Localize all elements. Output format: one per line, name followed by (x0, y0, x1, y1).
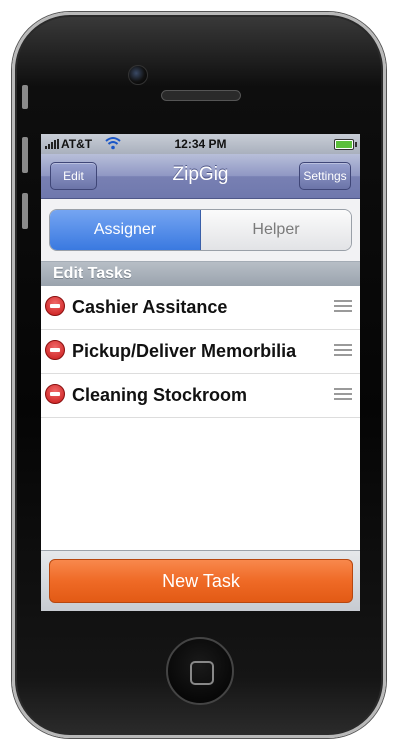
segment-area: Assigner Helper (41, 199, 360, 261)
reorder-handle-icon[interactable] (334, 388, 352, 403)
clock: 12:34 PM (174, 137, 227, 151)
volume-up-button (22, 137, 28, 173)
camera-icon (128, 65, 148, 85)
new-task-button[interactable]: New Task (49, 559, 353, 603)
mute-switch (22, 85, 28, 109)
role-segmented-control: Assigner Helper (49, 209, 352, 251)
status-bar: AT&T 12:34 PM (41, 134, 360, 154)
task-row[interactable]: Pickup/Deliver Memorbilia (41, 330, 360, 374)
task-label: Cashier Assitance (72, 297, 228, 317)
task-label: Cleaning Stockroom (72, 385, 248, 405)
section-header: Edit Tasks (41, 261, 360, 286)
reorder-handle-icon[interactable] (334, 344, 352, 359)
segment-helper[interactable]: Helper (201, 210, 351, 250)
settings-button[interactable]: Settings (299, 162, 351, 190)
task-row[interactable]: Cleaning Stockroom (41, 374, 360, 418)
delete-icon[interactable] (45, 384, 65, 404)
volume-down-button (22, 193, 28, 229)
home-square-icon (190, 661, 214, 685)
home-button[interactable] (166, 637, 234, 705)
speaker-grille (161, 90, 241, 101)
task-label: Pickup/Deliver Memorbilia (72, 341, 297, 361)
delete-icon[interactable] (45, 296, 65, 316)
battery-icon (334, 139, 357, 150)
app-screen: AT&T 12:34 PM Edit ZipGig Settings Assig… (41, 134, 360, 611)
task-row[interactable]: Cashier Assitance (41, 286, 360, 330)
bottom-toolbar: New Task (41, 550, 360, 611)
nav-bar: Edit ZipGig Settings (41, 154, 360, 199)
reorder-handle-icon[interactable] (334, 300, 352, 315)
delete-icon[interactable] (45, 340, 65, 360)
segment-assigner[interactable]: Assigner (50, 210, 201, 250)
